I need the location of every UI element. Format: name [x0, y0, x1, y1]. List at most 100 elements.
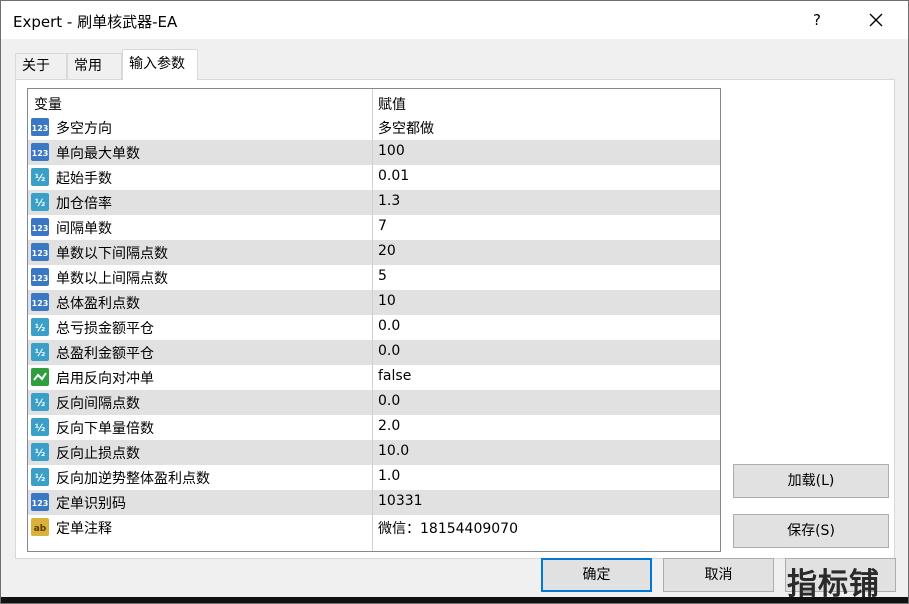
bool-icon — [30, 367, 50, 387]
int-icon: 123 — [30, 117, 50, 137]
param-value[interactable]: 微信：18154409070 — [378, 518, 518, 538]
header-variable[interactable]: 变量 — [34, 94, 62, 114]
svg-text:123: 123 — [32, 299, 49, 308]
param-value[interactable]: 0.0 — [378, 393, 400, 409]
table-row[interactable]: ½ 反向加逆势整体盈利点数 1.0 — [28, 465, 720, 490]
param-name: 反向加逆势整体盈利点数 — [56, 468, 210, 488]
svg-text:½: ½ — [35, 448, 45, 459]
table-row[interactable]: 123 总体盈利点数 10 — [28, 290, 720, 315]
svg-text:123: 123 — [32, 249, 49, 258]
double-icon: ½ — [30, 467, 50, 487]
param-value[interactable]: 0.0 — [378, 318, 400, 334]
param-value[interactable]: 2.0 — [378, 418, 400, 434]
param-name: 间隔单数 — [56, 218, 112, 238]
grid-header: 变量 赋值 — [28, 89, 720, 115]
table-row[interactable]: 123 定单识别码 10331 — [28, 490, 720, 515]
param-name: 总体盈利点数 — [56, 293, 140, 313]
double-icon: ½ — [30, 167, 50, 187]
double-icon: ½ — [30, 317, 50, 337]
ok-button[interactable]: 确定 — [541, 558, 652, 592]
help-button[interactable]: ? — [794, 5, 840, 35]
svg-text:123: 123 — [32, 149, 49, 158]
table-row[interactable]: ½ 反向止损点数 10.0 — [28, 440, 720, 465]
svg-text:½: ½ — [35, 423, 45, 434]
parameters-grid: 变量 赋值 123多空方向多空都做123单向最大单数100½起始手数0.01½加… — [27, 88, 721, 552]
double-icon: ½ — [30, 392, 50, 412]
int-icon: 123 — [30, 242, 50, 262]
table-row[interactable]: ½ 反向下单量倍数 2.0 — [28, 415, 720, 440]
table-row[interactable]: 启用反向对冲单 false — [28, 365, 720, 390]
param-value[interactable]: 0.0 — [378, 343, 400, 359]
param-value[interactable]: false — [378, 368, 411, 384]
param-value[interactable]: 10331 — [378, 493, 423, 509]
param-name: 定单注释 — [56, 518, 112, 538]
svg-text:123: 123 — [32, 124, 49, 133]
param-value[interactable]: 10 — [378, 293, 396, 309]
table-row[interactable]: 123 单向最大单数 100 — [28, 140, 720, 165]
param-name: 加仓倍率 — [56, 193, 112, 213]
param-name: 定单识别码 — [56, 493, 126, 513]
param-value[interactable]: 20 — [378, 243, 396, 259]
param-value[interactable]: 100 — [378, 143, 405, 159]
double-icon: ½ — [30, 342, 50, 362]
svg-text:123: 123 — [32, 499, 49, 508]
int-icon: 123 — [30, 142, 50, 162]
param-value[interactable]: 1.3 — [378, 193, 400, 209]
tab-common[interactable]: 常用 — [67, 53, 122, 79]
table-row[interactable]: ½ 加仓倍率 1.3 — [28, 190, 720, 215]
svg-text:123: 123 — [32, 224, 49, 233]
param-name: 单向最大单数 — [56, 143, 140, 163]
param-value[interactable]: 5 — [378, 268, 387, 284]
param-value[interactable]: 0.01 — [378, 168, 409, 184]
param-name: 反向下单量倍数 — [56, 418, 154, 438]
svg-text:½: ½ — [35, 323, 45, 334]
svg-text:½: ½ — [35, 348, 45, 359]
tab-about[interactable]: 关于 — [15, 53, 67, 79]
double-icon: ½ — [30, 192, 50, 212]
table-row[interactable]: ½ 总亏损金额平仓 0.0 — [28, 315, 720, 340]
table-row[interactable]: ½ 反向间隔点数 0.0 — [28, 390, 720, 415]
column-divider[interactable] — [372, 89, 373, 552]
window-title: Expert - 刷单核武器-EA — [13, 11, 177, 32]
close-button[interactable] — [853, 5, 899, 35]
table-row[interactable]: 123单数以下间隔点数20 — [28, 240, 720, 265]
table-row[interactable]: ½ 总盈利金额平仓 0.0 — [28, 340, 720, 365]
svg-text:½: ½ — [35, 173, 45, 184]
param-name: 单数以上间隔点数 — [56, 268, 168, 288]
tab-inputs[interactable]: 输入参数 — [122, 49, 198, 80]
load-button[interactable]: 加载(L) — [733, 464, 889, 498]
param-name: 反向止损点数 — [56, 443, 140, 463]
save-button[interactable]: 保存(S) — [733, 514, 889, 548]
param-name: 起始手数 — [56, 168, 112, 188]
param-name: 反向间隔点数 — [56, 393, 140, 413]
svg-text:½: ½ — [35, 198, 45, 209]
param-value[interactable]: 多空都做 — [378, 118, 434, 138]
double-icon: ½ — [30, 417, 50, 437]
param-value[interactable]: 1.0 — [378, 468, 400, 484]
svg-text:½: ½ — [35, 398, 45, 409]
param-value[interactable]: 7 — [378, 218, 387, 234]
cancel-button[interactable]: 取消 — [663, 558, 774, 592]
param-name: 多空方向 — [56, 118, 112, 138]
chart-strip — [1, 597, 909, 604]
table-row[interactable]: 123 间隔单数 7 — [28, 215, 720, 240]
int-icon: 123 — [30, 217, 50, 237]
close-icon — [869, 13, 883, 27]
param-value[interactable]: 10.0 — [378, 443, 409, 459]
table-row[interactable]: 123 多空方向 多空都做 — [28, 115, 720, 140]
table-row[interactable]: 123 单数以上间隔点数 5 — [28, 265, 720, 290]
param-name: 启用反向对冲单 — [56, 368, 154, 388]
param-name: 总亏损金额平仓 — [56, 318, 154, 338]
svg-text:123: 123 — [32, 274, 49, 283]
table-row[interactable]: ab 定单注释 微信：18154409070 — [28, 515, 720, 540]
int-icon: 123 — [30, 492, 50, 512]
title-bar: Expert - 刷单核武器-EA ? — [1, 1, 908, 39]
svg-text:ab: ab — [34, 524, 47, 534]
string-icon: ab — [30, 517, 50, 537]
svg-text:½: ½ — [35, 473, 45, 484]
table-row[interactable]: ½ 起始手数 0.01 — [28, 165, 720, 190]
header-value[interactable]: 赋值 — [378, 94, 406, 114]
int-icon: 123 — [30, 292, 50, 312]
param-name: 总盈利金额平仓 — [56, 343, 154, 363]
expert-dialog: Expert - 刷单核武器-EA ? 关于 常用 输入参数 变量 赋值 123… — [0, 0, 909, 604]
